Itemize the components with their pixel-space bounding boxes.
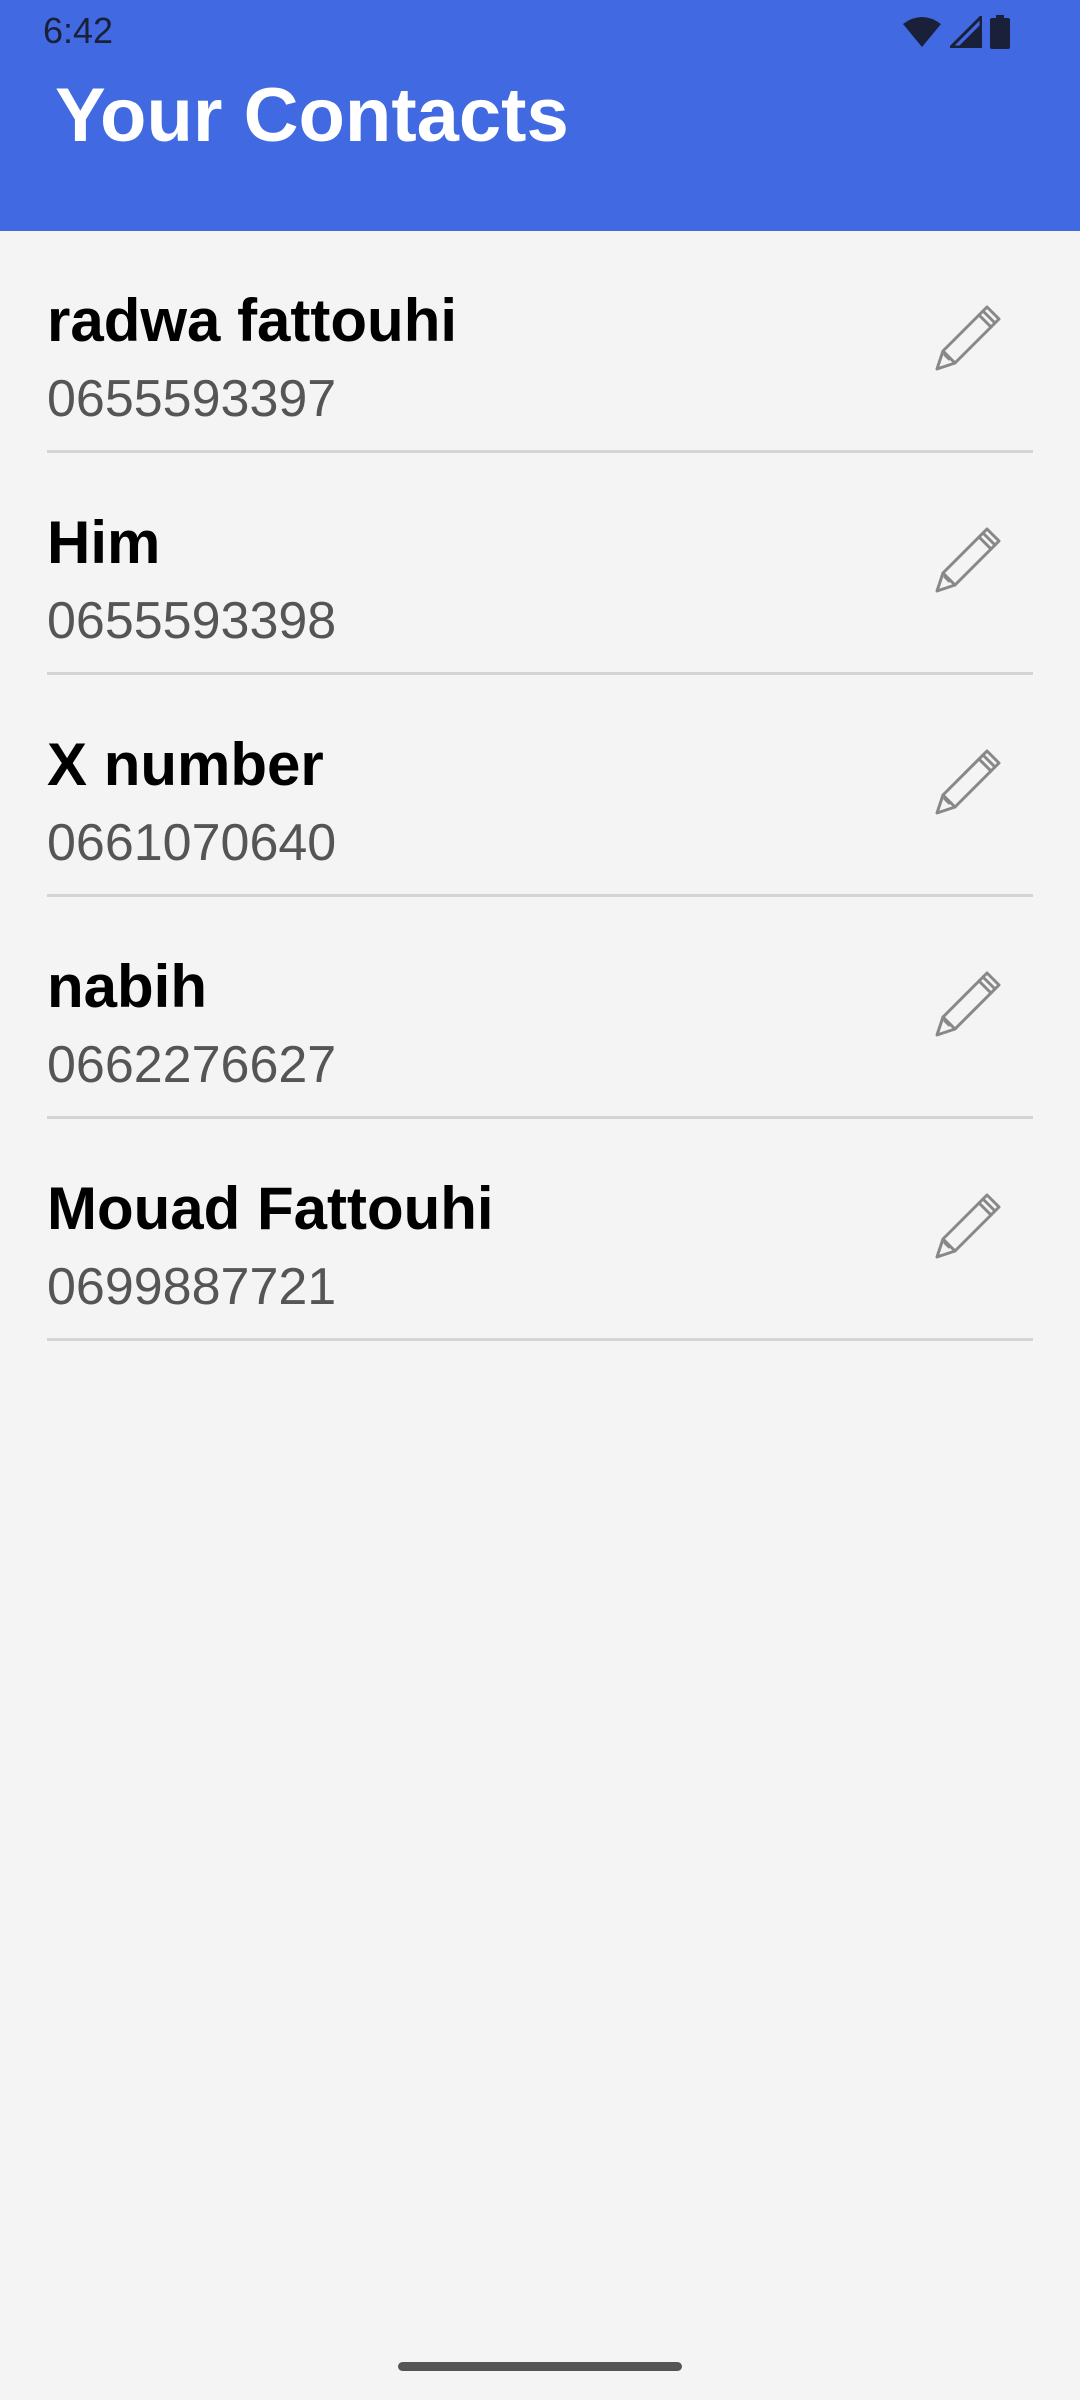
contact-name: Him: [47, 509, 161, 576]
edit-contact-button[interactable]: [927, 1187, 1007, 1267]
contact-phone: 0699887721: [47, 1258, 337, 1316]
status-icons: [902, 12, 1010, 52]
contact-name: X number: [47, 731, 324, 798]
pencil-icon: [929, 965, 1005, 1046]
contact-name: nabih: [47, 953, 207, 1020]
contact-name: radwa fattouhi: [47, 287, 458, 354]
contact-item[interactable]: X number 0661070640: [0, 675, 1080, 897]
pencil-icon: [929, 521, 1005, 602]
edit-contact-button[interactable]: [927, 743, 1007, 823]
contact-phone: 0662276627: [47, 1036, 337, 1094]
contact-phone: 0655593398: [47, 592, 337, 650]
pencil-icon: [929, 1187, 1005, 1268]
contact-phone: 0661070640: [47, 814, 337, 872]
contact-list: radwa fattouhi 0655593397 Him 0655593398: [0, 231, 1080, 1341]
edit-contact-button[interactable]: [927, 965, 1007, 1045]
app-bar: 6:42 Your Contacts: [0, 0, 1080, 231]
page-title: Your Contacts: [55, 73, 569, 158]
contact-item[interactable]: Him 0655593398: [0, 453, 1080, 675]
battery-icon: [990, 15, 1010, 49]
cellular-signal-icon: [950, 16, 982, 48]
home-indicator[interactable]: [398, 2362, 682, 2371]
contact-phone: 0655593397: [47, 370, 337, 428]
wifi-icon: [902, 16, 942, 48]
pencil-icon: [929, 743, 1005, 824]
status-time: 6:42: [43, 10, 114, 51]
edit-contact-button[interactable]: [927, 521, 1007, 601]
contact-item[interactable]: nabih 0662276627: [0, 897, 1080, 1119]
divider: [47, 1338, 1033, 1341]
contact-item[interactable]: radwa fattouhi 0655593397: [0, 231, 1080, 453]
edit-contact-button[interactable]: [927, 299, 1007, 379]
pencil-icon: [929, 299, 1005, 380]
contact-item[interactable]: Mouad Fattouhi 0699887721: [0, 1119, 1080, 1341]
contact-name: Mouad Fattouhi: [47, 1175, 494, 1242]
